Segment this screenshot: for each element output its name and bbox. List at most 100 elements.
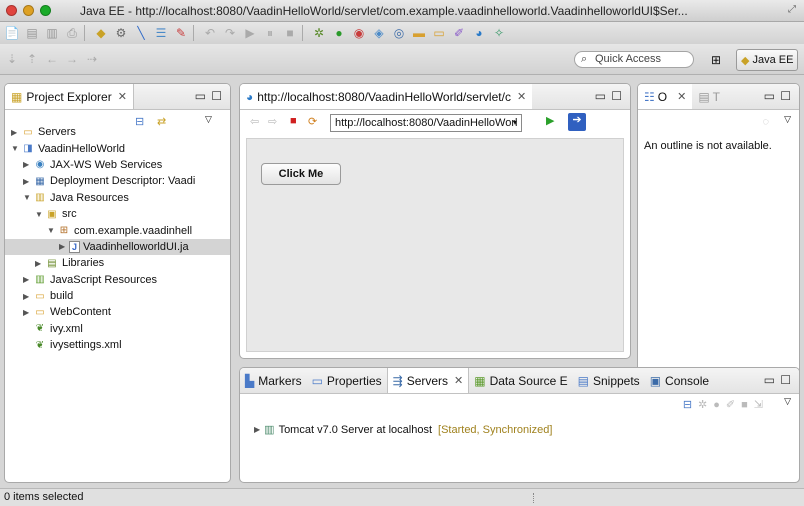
eclipse-icon[interactable]: ➔ xyxy=(568,113,586,131)
forward-icon[interactable]: ⇨ xyxy=(268,115,277,128)
next-annotation-icon[interactable]: ⇣ xyxy=(4,51,20,67)
go-icon[interactable]: ▶ xyxy=(546,114,554,127)
open-task-icon[interactable]: ▭ xyxy=(431,25,447,41)
build-icon[interactable]: ⚙ xyxy=(113,25,129,41)
back-icon[interactable]: ⇦ xyxy=(250,115,259,128)
collapsed-arrow-icon[interactable]: ▶ xyxy=(11,128,21,137)
quick-access-field[interactable]: ⌕ Quick Access xyxy=(574,51,694,68)
minimize-icon[interactable]: ▭ xyxy=(595,89,606,103)
collapsed-arrow-icon[interactable]: ▶ xyxy=(23,177,33,186)
close-icon[interactable]: ✕ xyxy=(454,374,463,387)
collapsed-arrow-icon[interactable]: ▶ xyxy=(23,292,33,301)
filter-icon[interactable]: ◌ xyxy=(762,116,769,128)
terminate-icon[interactable]: ■ xyxy=(282,25,298,41)
tab-console[interactable]: ▣ Console xyxy=(645,368,714,393)
new-icon[interactable]: 📄 xyxy=(4,25,20,41)
collapsed-arrow-icon[interactable]: ▶ xyxy=(35,259,45,268)
back-nav-icon[interactable]: ← xyxy=(44,51,60,67)
tree-item[interactable]: ▶ ▦ Deployment Descriptor: Vaadi xyxy=(11,173,229,189)
new-server-icon[interactable]: ◆ xyxy=(93,25,109,41)
tree-item[interactable]: ▼ ▥ Java Resources xyxy=(11,190,229,206)
expanded-arrow-icon[interactable]: ▼ xyxy=(35,210,45,219)
tab-data-source-e[interactable]: ▦ Data Source E xyxy=(469,368,572,393)
skip-breakpoints-icon[interactable]: ╲ xyxy=(133,25,149,41)
fullscreen-icon[interactable]: ⤢ xyxy=(788,4,796,15)
tree-item[interactable]: ▶ ▭ build xyxy=(11,288,229,304)
tree-item[interactable]: ▼ ◨ VaadinHelloWorld xyxy=(11,140,229,156)
open-type-icon[interactable]: ▬ xyxy=(411,25,427,41)
collapsed-arrow-icon[interactable]: ▶ xyxy=(23,308,33,317)
collapse-icon[interactable]: ⊟ xyxy=(683,399,698,411)
save-all-icon[interactable]: ▥ xyxy=(44,25,60,41)
view-menu-icon[interactable]: ▽ xyxy=(784,396,791,407)
expanded-arrow-icon[interactable]: ▼ xyxy=(23,193,33,202)
start-server-icon[interactable]: ● xyxy=(713,399,726,411)
tab-project-explorer[interactable]: ▦ Project Explorer ✕ xyxy=(5,84,134,109)
refresh-icon[interactable]: ⟳ xyxy=(308,115,317,128)
save-icon[interactable]: ▤ xyxy=(24,25,40,41)
profile-server-icon[interactable]: ✐ xyxy=(726,399,741,411)
maximize-icon[interactable]: ☐ xyxy=(780,373,791,387)
annotations-icon[interactable]: ✎ xyxy=(173,25,189,41)
search-tool-icon[interactable]: ✐ xyxy=(451,25,467,41)
minimize-icon[interactable]: ▭ xyxy=(195,89,206,103)
chevron-down-icon[interactable]: ▾ xyxy=(513,115,517,131)
tree-item[interactable]: ▶ ◉ JAX-WS Web Services xyxy=(11,157,229,173)
view-menu-icon[interactable]: ▽ xyxy=(784,114,791,125)
coverage-icon[interactable]: ◈ xyxy=(371,25,387,41)
tree-item[interactable]: ▶ J VaadinhelloworldUI.ja xyxy=(5,238,230,256)
publish-icon[interactable]: ⇲ xyxy=(754,399,769,411)
tree-item[interactable]: ▶ ▭ Servers xyxy=(11,124,229,140)
tree-item[interactable]: ▼ ▣ src xyxy=(11,206,229,222)
last-edit-icon[interactable]: ⇢ xyxy=(84,51,100,67)
pin-icon[interactable]: ✧ xyxy=(491,25,507,41)
url-field[interactable]: http://localhost:8080/VaadinHelloWorl ▾ xyxy=(330,114,522,132)
close-icon[interactable]: ✕ xyxy=(118,90,127,103)
tab-task-list[interactable]: ▤ T xyxy=(692,84,726,109)
close-icon[interactable]: ✕ xyxy=(517,90,526,103)
maximize-icon[interactable]: ☐ xyxy=(780,89,791,103)
run-icon[interactable]: ● xyxy=(331,25,347,41)
prev-annotation-icon[interactable]: ⇡ xyxy=(24,51,40,67)
minimize-icon[interactable]: ▭ xyxy=(764,89,775,103)
print-icon[interactable]: ⎙ xyxy=(64,25,80,41)
forward-nav-icon[interactable]: → xyxy=(64,51,80,67)
tree-item[interactable]: ▶ ▭ WebContent xyxy=(11,304,229,320)
tree-item[interactable]: ❦ ivy.xml xyxy=(11,321,229,337)
debug-server-icon[interactable]: ✲ xyxy=(698,399,713,411)
forward-icon[interactable]: ↷ xyxy=(222,25,238,41)
tab-outline[interactable]: ☷ O ✕ xyxy=(638,84,693,109)
tree-item[interactable]: ▶ ▤ Libraries xyxy=(11,255,229,271)
expand-arrow-icon[interactable]: ▶ xyxy=(254,425,260,434)
close-icon[interactable]: ✕ xyxy=(677,90,686,103)
debug-icon[interactable]: ✲ xyxy=(311,25,327,41)
server-row[interactable]: ▶ ▥ Tomcat v7.0 Server at localhost [Sta… xyxy=(254,423,552,437)
open-perspective-icon[interactable]: ⊞ xyxy=(708,52,724,68)
stop-icon[interactable]: ■ xyxy=(290,115,297,127)
tab-markers[interactable]: ▙ Markers xyxy=(240,368,307,393)
minimize-icon[interactable]: ▭ xyxy=(764,373,775,387)
tab-servers[interactable]: ⇶ Servers ✕ xyxy=(386,368,470,393)
expanded-arrow-icon[interactable]: ▼ xyxy=(11,144,21,153)
back-icon[interactable]: ↶ xyxy=(202,25,218,41)
tree-item[interactable]: ▶ ▥ JavaScript Resources xyxy=(11,272,229,288)
new-java-class-icon[interactable]: ◎ xyxy=(391,25,407,41)
maximize-icon[interactable]: ☐ xyxy=(211,89,222,103)
java-ee-perspective-button[interactable]: ◆ Java EE xyxy=(736,49,798,71)
tab-properties[interactable]: ▭ Properties xyxy=(307,368,387,393)
expanded-arrow-icon[interactable]: ▼ xyxy=(47,226,57,235)
toggle-mark-icon[interactable]: ☰ xyxy=(153,25,169,41)
globe-icon[interactable]: ◕ xyxy=(471,25,487,41)
collapsed-arrow-icon[interactable]: ▶ xyxy=(59,242,69,251)
collapsed-arrow-icon[interactable]: ▶ xyxy=(23,275,33,284)
stop-server-icon[interactable]: ■ xyxy=(741,399,754,411)
tree-item[interactable]: ▼ ⊞ com.example.vaadinhell xyxy=(11,222,229,238)
tree-item[interactable]: ❦ ivysettings.xml xyxy=(11,337,229,353)
run-external-icon[interactable]: ◉ xyxy=(351,25,367,41)
resume-icon[interactable]: ▶ xyxy=(242,25,258,41)
click-me-button[interactable]: Click Me xyxy=(261,163,341,185)
collapsed-arrow-icon[interactable]: ▶ xyxy=(23,160,33,169)
close-window-button[interactable] xyxy=(6,5,17,16)
tab-browser[interactable]: ◕ http://localhost:8080/VaadinHelloWorld… xyxy=(240,84,533,109)
minimize-window-button[interactable] xyxy=(23,5,34,16)
